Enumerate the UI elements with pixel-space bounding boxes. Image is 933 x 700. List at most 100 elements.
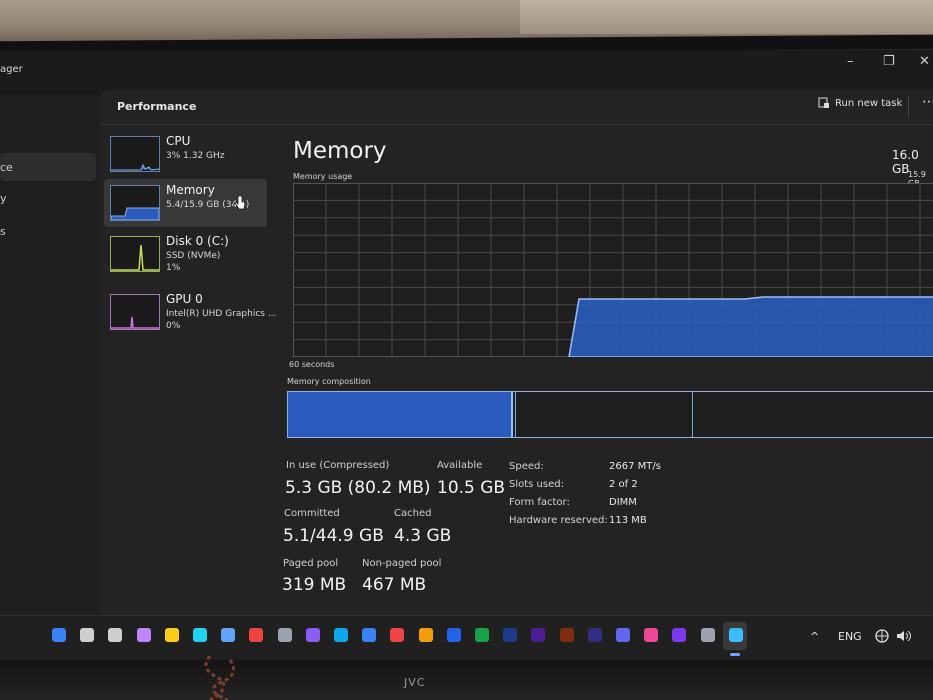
- run-new-task-button[interactable]: Run new task: [818, 97, 902, 109]
- resource-detail: SSD (NVMe): [166, 251, 221, 261]
- header-separator: [908, 96, 909, 118]
- memory-usage-label: Memory usage: [293, 172, 353, 181]
- paged-pool-value: 319 MB: [282, 575, 347, 595]
- cached-value: 4.3 GB: [394, 526, 452, 546]
- cached-label: Cached: [394, 508, 432, 519]
- memory-usage-area: [568, 296, 933, 357]
- cpu-thumbnail: [110, 136, 160, 172]
- more-options-button[interactable]: ⋯: [922, 94, 933, 110]
- minimize-button[interactable]: –: [847, 54, 854, 69]
- resource-usage: 1%: [166, 263, 181, 273]
- committed-label: Committed: [284, 508, 340, 519]
- network-icon[interactable]: [875, 629, 889, 643]
- window-title: ager: [0, 64, 23, 75]
- available-label: Available: [437, 460, 483, 471]
- resource-name: Disk 0 (C:): [166, 234, 229, 248]
- resource-name: CPU: [166, 134, 191, 148]
- viber-icon[interactable]: [672, 628, 687, 642]
- page-title: Performance: [117, 100, 197, 113]
- gpu-sparkline: [111, 316, 159, 329]
- file-explorer-icon[interactable]: [164, 628, 179, 642]
- maximize-button[interactable]: ❐: [883, 54, 895, 69]
- settings-icon[interactable]: [700, 628, 715, 642]
- edge-icon[interactable]: [193, 628, 207, 642]
- resource-name: GPU 0: [166, 292, 203, 306]
- hardware-reserved-value: 113 MB: [609, 515, 647, 526]
- store-icon[interactable]: [221, 628, 236, 642]
- memory-title: Memory: [293, 138, 387, 164]
- nav-item-history[interactable]: y: [0, 192, 7, 205]
- skype-icon[interactable]: [334, 628, 348, 642]
- copilot-icon[interactable]: [136, 628, 151, 642]
- taskbar-active-indicator: [730, 653, 740, 656]
- resource-cpu[interactable]: CPU 3% 1.32 GHz: [104, 130, 267, 178]
- composition-modified: [515, 392, 516, 437]
- after-effects-icon[interactable]: [587, 628, 602, 642]
- available-value: 10.5 GB: [437, 478, 506, 498]
- in-use-label: In use (Compressed): [286, 460, 390, 471]
- resource-disk[interactable]: Disk 0 (C:) SSD (NVMe) 1%: [104, 230, 267, 278]
- memory-usage-graph: [293, 183, 933, 357]
- teams-2-icon[interactable]: [616, 628, 630, 642]
- nav-selected-highlight: [0, 153, 96, 181]
- cpu-sparkline: [111, 163, 159, 171]
- resource-detail: 3% 1.32 GHz: [166, 151, 225, 161]
- non-paged-pool-label: Non-paged pool: [362, 558, 442, 569]
- run-task-icon: [818, 97, 829, 108]
- background-shelf: [520, 0, 933, 34]
- gpu-thumbnail: [110, 294, 160, 330]
- committed-value: 5.1/44.9 GB: [283, 526, 384, 546]
- teams-icon[interactable]: [305, 628, 320, 642]
- chrome-icon[interactable]: [249, 628, 264, 642]
- hand-cursor-icon: [234, 195, 246, 210]
- illustrator-icon[interactable]: [559, 628, 574, 642]
- speed-value: 2667 MT/s: [609, 461, 661, 472]
- volume-icon[interactable]: [896, 629, 912, 643]
- resource-name: Memory: [166, 183, 215, 197]
- window-controls: – ❐ ✕: [823, 54, 933, 74]
- search-icon[interactable]: [80, 628, 95, 642]
- photoshop-icon[interactable]: [503, 628, 518, 642]
- resource-detail: Intel(R) UHD Graphics ...: [166, 309, 277, 319]
- resource-gpu[interactable]: GPU 0 Intel(R) UHD Graphics ... 0%: [104, 288, 276, 336]
- resource-memory[interactable]: Memory 5.4/15.9 GB (34%): [104, 179, 267, 227]
- memory-composition-bar: [287, 391, 933, 438]
- monitor-screen: ager – ❐ ✕ ce y s Performance Run new ta…: [0, 50, 933, 660]
- messenger-icon[interactable]: [362, 628, 377, 642]
- in-use-value: 5.3 GB (80.2 MB): [285, 478, 431, 498]
- run-new-task-label: Run new task: [835, 97, 903, 109]
- header-bar: Performance Run new task ⋯: [100, 90, 933, 125]
- task-view-icon[interactable]: [108, 628, 123, 642]
- obs-icon[interactable]: [277, 628, 292, 642]
- speed-key: Speed:: [509, 461, 544, 472]
- non-paged-pool-value: 467 MB: [362, 575, 427, 595]
- excel-icon[interactable]: [475, 628, 489, 642]
- main-content: Performance Run new task ⋯ CPU 3% 1.32 G…: [100, 90, 933, 615]
- close-button[interactable]: ✕: [919, 54, 930, 69]
- paged-pool-label: Paged pool: [283, 558, 339, 569]
- hardware-reserved-key: Hardware reserved:: [509, 515, 608, 526]
- task-manager-icon[interactable]: [728, 628, 743, 642]
- tray-chevron-icon[interactable]: ^: [810, 630, 819, 643]
- language-indicator[interactable]: ENG: [838, 630, 862, 643]
- windows-start-icon[interactable]: [52, 628, 66, 642]
- monitor-brand-logo: JVC: [404, 676, 426, 689]
- cable-decoration: [204, 656, 236, 700]
- slots-key: Slots used:: [509, 479, 564, 490]
- composition-in-use: [288, 392, 513, 437]
- form-factor-key: Form factor:: [509, 497, 570, 508]
- outlook-icon[interactable]: [446, 628, 461, 642]
- nav-item-services[interactable]: s: [0, 225, 6, 238]
- disk-thumbnail: [110, 236, 160, 272]
- monitor-bezel-bottom: [0, 660, 933, 700]
- resource-usage: 0%: [166, 321, 181, 331]
- premiere-icon[interactable]: [531, 628, 546, 642]
- graph-time-label: 60 seconds: [289, 360, 335, 369]
- nav-item-performance[interactable]: ce: [0, 161, 13, 174]
- instagram-icon[interactable]: [644, 628, 659, 642]
- slots-value: 2 of 2: [609, 479, 638, 490]
- memory-thumbnail: [110, 185, 160, 221]
- photos-icon[interactable]: [418, 628, 433, 642]
- youtube-icon[interactable]: [390, 628, 405, 642]
- composition-standby: [692, 392, 693, 437]
